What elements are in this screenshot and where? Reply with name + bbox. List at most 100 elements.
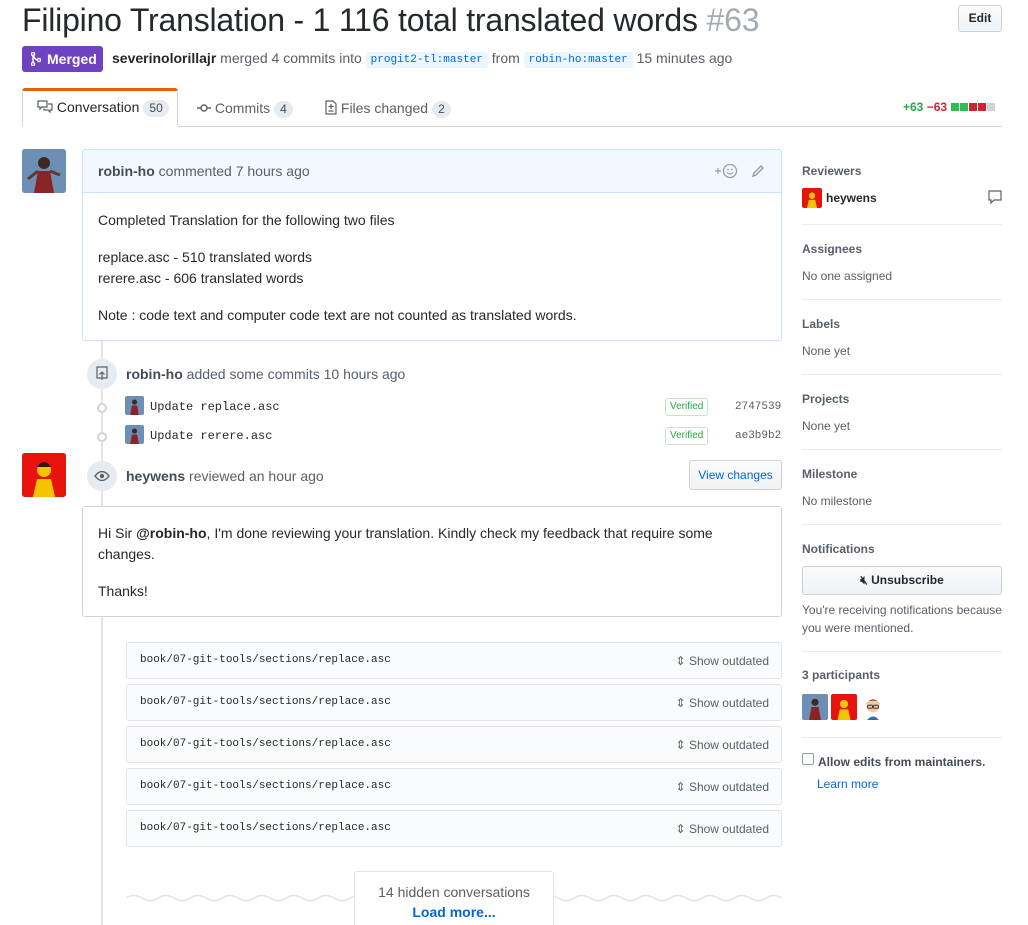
tab-files-changed-count: 2	[432, 101, 451, 118]
commit-message-link[interactable]: Update rerere.asc	[150, 429, 272, 443]
tab-conversation-label: Conversation	[56, 99, 140, 115]
show-outdated-button[interactable]: ⇕ Show outdated	[676, 738, 769, 752]
learn-more-link[interactable]: Learn more	[817, 777, 878, 791]
pr-number: #63	[706, 2, 760, 38]
assignees-value: No one assigned	[802, 269, 893, 283]
diffstat-block-add	[960, 103, 969, 111]
participant-avatar[interactable]	[802, 694, 828, 720]
review-thanks: Thanks!	[98, 583, 148, 599]
comment-author[interactable]: robin-ho	[98, 163, 155, 179]
review-comment-card: Hi Sir @robin-ho, I'm done reviewing you…	[82, 506, 782, 617]
allow-edits-checkbox[interactable]	[802, 753, 814, 765]
unfold-icon: ⇕	[675, 822, 686, 836]
outdated-file-row: book/07-git-tools/sections/replace.asc ⇕…	[126, 810, 782, 847]
mute-icon: 🔇︎	[860, 573, 868, 587]
avatar[interactable]	[22, 149, 66, 193]
sidebar-divider	[802, 737, 1002, 738]
participants-heading: 3 participants	[802, 668, 881, 682]
merger-link[interactable]: severinolorillajr	[112, 50, 216, 66]
file-diff-icon	[325, 100, 337, 115]
base-branch[interactable]: progit2-tl:master	[365, 52, 488, 68]
unfold-icon: ⇕	[675, 696, 686, 710]
unfold-icon: ⇕	[675, 780, 686, 794]
reviewer-avatar[interactable]	[802, 188, 822, 208]
mention-link[interactable]: @robin-ho	[136, 525, 206, 541]
sidebar-divider	[802, 651, 1002, 652]
commit-event-action: added some commits	[186, 366, 320, 382]
review-body: Hi Sir @robin-ho, I'm done reviewing you…	[98, 523, 758, 565]
add-reaction-icon[interactable]	[711, 163, 739, 179]
comment-time[interactable]: 7 hours ago	[236, 163, 310, 179]
view-changes-button[interactable]: View changes	[689, 460, 782, 490]
assignees-heading[interactable]: Assignees	[802, 242, 862, 256]
verified-badge[interactable]: Verified	[665, 427, 709, 445]
notification-reason: You're receiving notifications because y…	[802, 603, 1002, 635]
reviewers-heading[interactable]: Reviewers	[802, 164, 861, 178]
projects-value: None yet	[802, 419, 851, 433]
tab-commits-label: Commits	[214, 100, 271, 116]
comment-icon[interactable]	[988, 190, 1002, 204]
tab-commits-count: 4	[274, 101, 293, 118]
labels-value: None yet	[802, 344, 851, 358]
file-path: book/07-git-tools/sections/replace.asc	[140, 654, 391, 666]
merged-text: merged 4 commits into	[220, 50, 362, 66]
participant-avatar[interactable]	[831, 694, 857, 720]
tab-commits[interactable]: Commits 4	[197, 88, 293, 127]
hidden-conversations-text: 14 hidden conversations	[378, 884, 530, 900]
show-outdated-button[interactable]: ⇕ Show outdated	[676, 780, 769, 794]
labels-heading[interactable]: Labels	[802, 317, 840, 331]
load-more-link[interactable]: Load more...	[355, 904, 553, 920]
outdated-file-row: book/07-git-tools/sections/replace.asc ⇕…	[126, 642, 782, 679]
milestone-heading[interactable]: Milestone	[802, 467, 857, 481]
tab-conversation[interactable]: Conversation 50	[22, 88, 178, 127]
pr-title-text: Filipino Translation - 1 116 total trans…	[22, 2, 698, 38]
tab-files-changed[interactable]: Files changed 2	[325, 88, 451, 127]
diffstat[interactable]: +63 −63	[903, 100, 996, 114]
show-outdated-button[interactable]: ⇕ Show outdated	[676, 822, 769, 836]
edit-button[interactable]: Edit	[958, 5, 1002, 32]
allow-edits-label[interactable]: Allow edits from maintainers.	[818, 755, 985, 769]
head-branch[interactable]: robin-ho:master	[523, 52, 633, 68]
commit-avatar[interactable]	[125, 425, 144, 444]
show-outdated-label: Show outdated	[688, 822, 769, 836]
sidebar-divider	[802, 374, 1002, 375]
git-commit-icon	[197, 104, 211, 112]
commit-sha-link[interactable]: 2747539	[735, 401, 781, 413]
review-time[interactable]: an hour ago	[249, 468, 324, 484]
commit-avatar[interactable]	[125, 396, 144, 415]
review-header: heywens reviewed an hour ago	[126, 468, 324, 484]
sidebar-divider	[802, 224, 1002, 225]
review-author[interactable]: heywens	[126, 468, 185, 484]
show-outdated-button[interactable]: ⇕ Show outdated	[676, 696, 769, 710]
comment-line: Completed Translation for the following …	[98, 212, 395, 228]
participant-avatar[interactable]	[860, 694, 886, 720]
verified-badge[interactable]: Verified	[665, 398, 709, 416]
unsubscribe-label: Unsubscribe	[871, 573, 944, 587]
show-outdated-label: Show outdated	[688, 780, 769, 794]
sidebar-divider	[802, 449, 1002, 450]
comment-card: robin-ho commented 7 hours ago Completed…	[82, 149, 782, 341]
comment-line: Note : code text and computer code text …	[98, 307, 577, 323]
avatar[interactable]	[22, 453, 66, 497]
diffstat-block-add	[951, 103, 960, 111]
merged-label: Merged	[47, 51, 97, 67]
merged-time: 15 minutes ago	[636, 50, 733, 66]
comment-line: replace.asc - 510 translated words	[98, 249, 312, 265]
projects-heading[interactable]: Projects	[802, 392, 849, 406]
commit-sha-link[interactable]: ae3b9b2	[735, 430, 781, 442]
pencil-icon[interactable]	[751, 164, 765, 178]
commit-event-author[interactable]: robin-ho	[126, 366, 183, 382]
file-path: book/07-git-tools/sections/replace.asc	[140, 822, 391, 834]
diffstat-block-del	[969, 103, 978, 111]
avatar-heywens-icon	[22, 453, 66, 497]
review-action: reviewed	[189, 468, 246, 484]
comment-discussion-icon	[37, 100, 53, 114]
commit-event-time: 10 hours ago	[323, 366, 406, 382]
unsubscribe-button[interactable]: 🔇︎ Unsubscribe	[802, 566, 1002, 595]
show-outdated-button[interactable]: ⇕ Show outdated	[676, 654, 769, 668]
comment-header: robin-ho commented 7 hours ago	[83, 150, 781, 193]
hidden-conversations-box: 14 hidden conversations Load more...	[354, 871, 554, 925]
file-path: book/07-git-tools/sections/replace.asc	[140, 696, 391, 708]
commit-message-link[interactable]: Update replace.asc	[150, 400, 280, 414]
reviewer-name[interactable]: heywens	[826, 191, 877, 205]
